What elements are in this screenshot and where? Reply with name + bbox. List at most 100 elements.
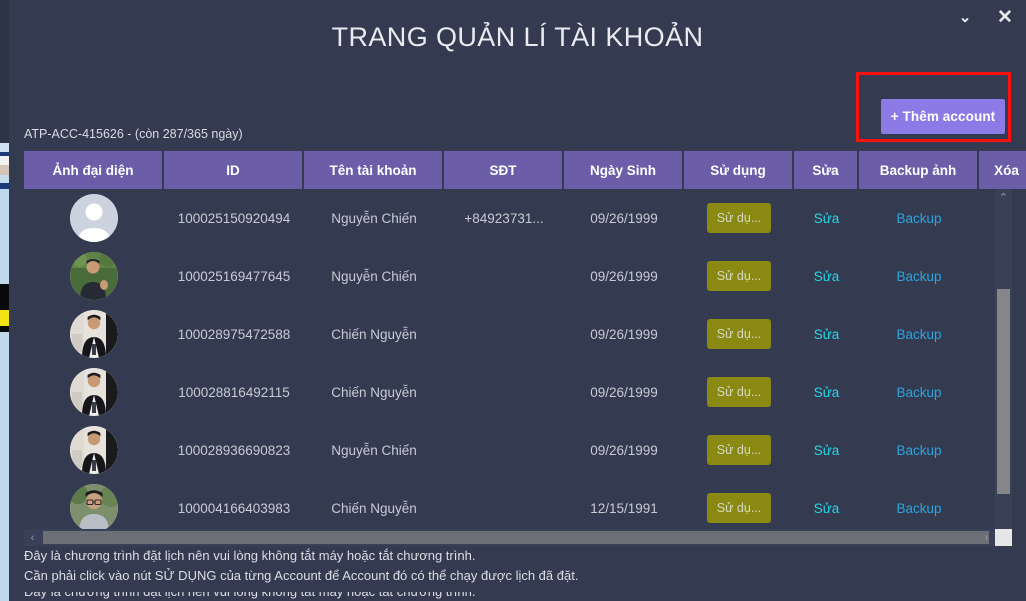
cell-id: 100028816492115 (178, 384, 290, 400)
accounts-table: Ảnh đại diện ID Tên tài khoản SĐT Ngày Sinh S… (24, 151, 1026, 540)
cell-name: Chiến Nguyễn (331, 384, 417, 400)
column-header-use[interactable]: Sử dụng (684, 151, 794, 189)
backup-link[interactable]: Backup (896, 327, 941, 342)
bg-seg-1 (0, 0, 9, 143)
footer-notes: Đây là chương trình đặt lịch nên vui lòn… (24, 546, 1014, 586)
cell-edit: Sửa (794, 421, 859, 479)
cell-edit: Sửa (794, 305, 859, 363)
edit-link[interactable]: Sửa (814, 327, 840, 342)
use-button[interactable]: Sử dụ... (707, 319, 771, 349)
avatar[interactable] (70, 484, 118, 532)
avatar[interactable] (70, 310, 118, 358)
use-button[interactable]: Sử dụ... (707, 203, 771, 233)
page-title: TRANG QUẢN LÍ TÀI KHOẢN (331, 22, 704, 52)
bg-seg-12 (0, 332, 9, 601)
cell-avatar (24, 247, 164, 305)
cell-avatar (24, 189, 164, 247)
cell-delete: XÓA (979, 363, 990, 421)
edit-link[interactable]: Sửa (814, 211, 840, 226)
table-row[interactable]: 100028816492115 Chiến Nguyễn 09/26/1999 Sử … (24, 363, 990, 421)
title-bar: ⌄ ✕ TRANG QUẢN LÍ TÀI KHOẢN (9, 0, 1026, 72)
avatar[interactable] (70, 194, 118, 242)
license-info: ATP-ACC-415626 - (còn 287/365 ngày) (24, 127, 243, 141)
cell-name: Nguyễn Chiến (331, 268, 417, 284)
use-button[interactable]: Sử dụ... (707, 377, 771, 407)
bg-seg-10 (0, 310, 9, 326)
cell-delete: XÓA (979, 189, 990, 247)
table-row[interactable]: 100025169477645 Nguyễn Chiến 09/26/1999 Sử … (24, 247, 990, 305)
cell-backup: Backup (859, 305, 979, 363)
cell-avatar (24, 363, 164, 421)
column-header-backup[interactable]: Backup ảnh (859, 151, 979, 189)
use-button[interactable]: Sử dụ... (707, 435, 771, 465)
use-button[interactable]: Sử dụ... (707, 493, 771, 523)
column-header-id[interactable]: ID (164, 151, 304, 189)
avatar[interactable] (70, 252, 118, 300)
footer-note-2: Cần phải click vào nút SỬ DỤNG của từng … (24, 568, 579, 583)
horizontal-scrollbar[interactable]: ‹ › (24, 529, 1012, 546)
table-row[interactable]: 100028936690823 Nguyễn Chiến 09/26/1999 Sử … (24, 421, 990, 479)
bg-seg-8 (0, 189, 9, 284)
edit-link[interactable]: Sửa (814, 443, 840, 458)
bg-seg-9 (0, 284, 9, 310)
cell-backup: Backup (859, 421, 979, 479)
backup-link[interactable]: Backup (896, 385, 941, 400)
cell-edit: Sửa (794, 363, 859, 421)
use-button[interactable]: Sử dụ... (707, 261, 771, 291)
cell-delete: XÓA (979, 305, 990, 363)
scroll-right-icon[interactable]: › (978, 529, 995, 546)
backup-link[interactable]: Backup (896, 211, 941, 226)
cell-id: 100028975472588 (177, 326, 291, 342)
avatar[interactable] (70, 368, 118, 416)
cell-backup: Backup (859, 189, 979, 247)
vertical-scrollbar[interactable]: ⌃ ⌄ (995, 189, 1012, 540)
cell-delete: XÓA (979, 421, 990, 479)
scrollbar-corner (995, 529, 1012, 546)
cell-id: 100028936690823 (177, 442, 291, 458)
table-body: 100025150920494 Nguyễn Chiến +84923731... 0… (24, 189, 1012, 540)
scroll-up-icon[interactable]: ⌃ (995, 189, 1012, 206)
horizontal-scrollbar-thumb[interactable] (43, 531, 989, 544)
avatar[interactable] (70, 426, 118, 474)
table-rows-viewport: 100025150920494 Nguyễn Chiến +84923731... 0… (24, 189, 990, 540)
bg-seg-6 (0, 175, 9, 183)
cell-delete: XÓA (979, 247, 990, 305)
column-header-dob[interactable]: Ngày Sinh (564, 151, 684, 189)
column-header-delete[interactable]: Xóa (979, 151, 1026, 189)
cell-name: Chiến Nguyễn (331, 326, 417, 342)
table-row[interactable]: 100028975472588 Chiến Nguyễn 09/26/1999 Sử … (24, 305, 990, 363)
column-header-avatar[interactable]: Ảnh đại diện (24, 151, 164, 189)
backup-link[interactable]: Backup (896, 501, 941, 516)
cell-phone (444, 363, 564, 421)
column-header-name[interactable]: Tên tài khoản (304, 151, 444, 189)
cell-dob: 09/26/1999 (590, 268, 658, 284)
column-header-edit[interactable]: Sửa (794, 151, 859, 189)
cell-use: Sử dụ... (684, 421, 794, 479)
cell-phone: +84923731... (464, 210, 544, 226)
table-row[interactable]: 100025150920494 Nguyễn Chiến +84923731... 0… (24, 189, 990, 247)
cell-use: Sử dụ... (684, 363, 794, 421)
edit-link[interactable]: Sửa (814, 269, 840, 284)
footer-note-3-clipped: Đây là chương trình đặt lịch nên vui lòn… (24, 592, 724, 601)
edit-link[interactable]: Sửa (814, 385, 840, 400)
backup-link[interactable]: Backup (896, 269, 941, 284)
cell-dob: 09/26/1999 (590, 210, 658, 226)
cell-name: Nguyễn Chiến (331, 210, 417, 226)
bg-seg-4 (0, 156, 9, 165)
vertical-scrollbar-thumb[interactable] (997, 289, 1010, 494)
cell-edit: Sửa (794, 189, 859, 247)
cell-id: 100025169477645 (177, 268, 291, 284)
column-header-phone[interactable]: SĐT (444, 151, 564, 189)
cell-backup: Backup (859, 247, 979, 305)
backup-link[interactable]: Backup (896, 443, 941, 458)
scroll-left-icon[interactable]: ‹ (24, 529, 41, 546)
cell-name: Nguyễn Chiến (331, 442, 417, 458)
cell-avatar (24, 305, 164, 363)
cell-phone (444, 421, 564, 479)
add-account-button[interactable]: + Thêm account (881, 99, 1005, 134)
account-manager-window: ⌄ ✕ TRANG QUẢN LÍ TÀI KHOẢN + Thêm accou… (9, 0, 1026, 601)
cell-phone (444, 305, 564, 363)
cell-dob: 09/26/1999 (590, 326, 658, 342)
bg-seg-5 (0, 165, 9, 175)
edit-link[interactable]: Sửa (814, 501, 840, 516)
